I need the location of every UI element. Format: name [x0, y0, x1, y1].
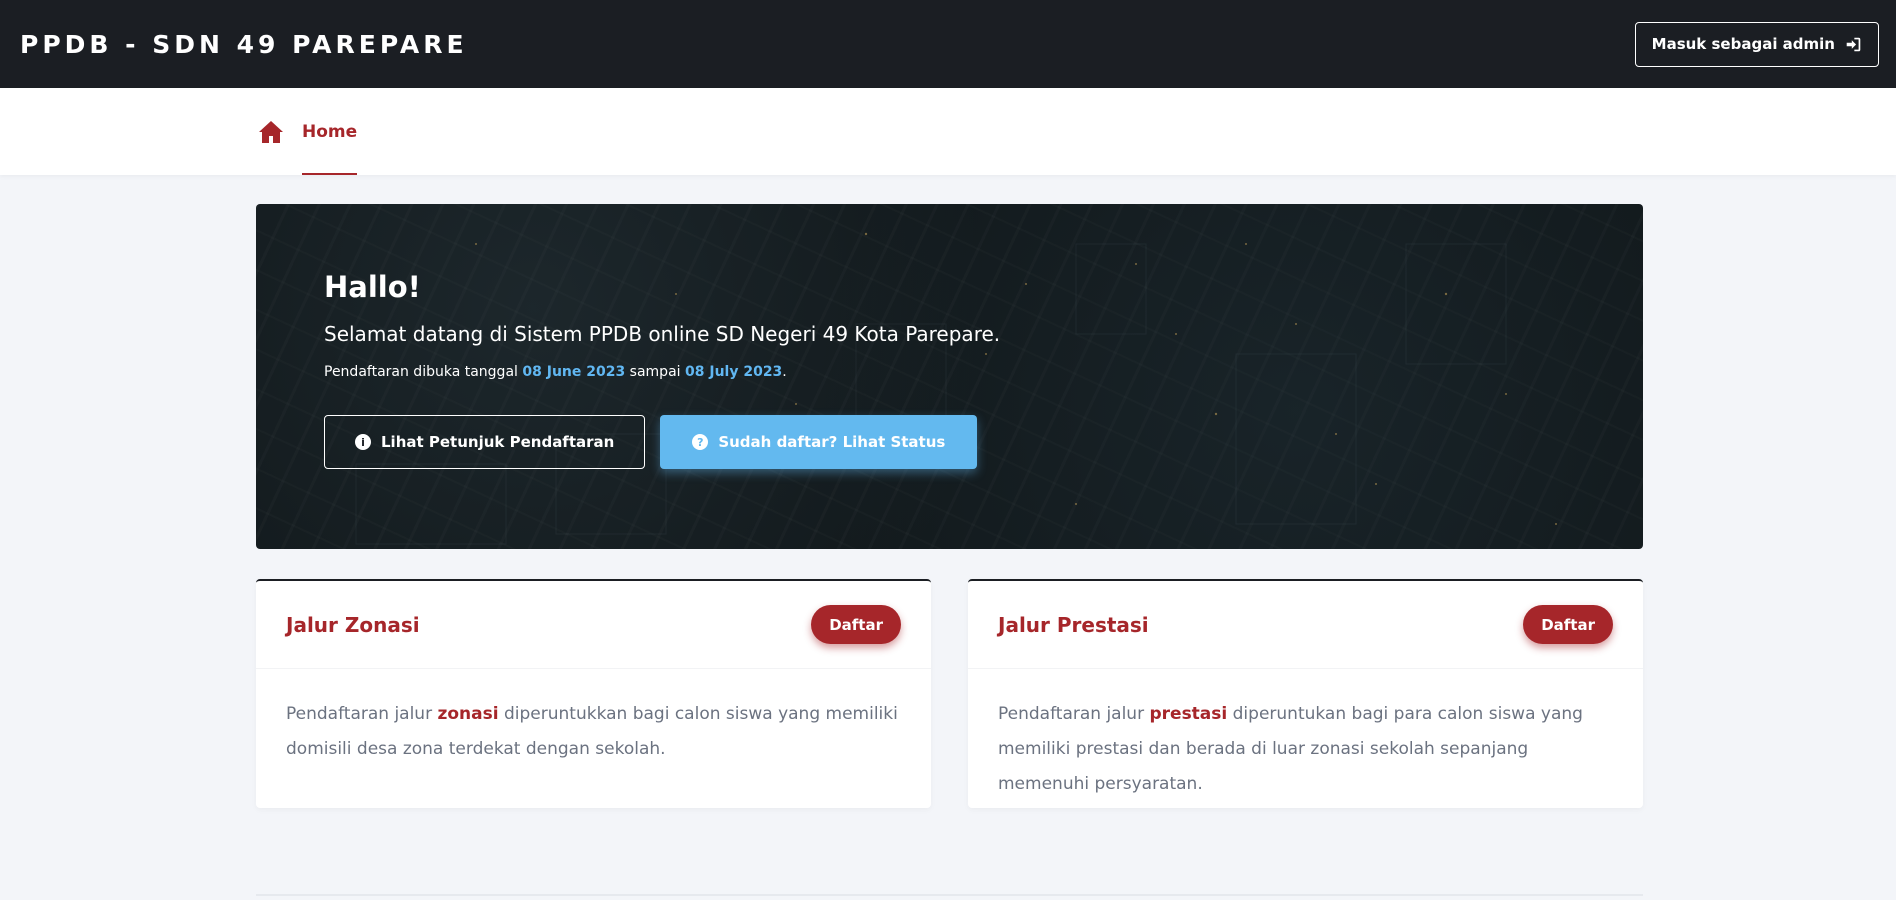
card-description: Pendaftaran jalur zonasi diperuntukkan b…	[256, 669, 931, 795]
card-jalur-prestasi: Jalur Prestasi Daftar Pendaftaran jalur …	[968, 579, 1643, 808]
card-text-before: Pendaftaran jalur	[998, 704, 1145, 724]
registration-period: Pendaftaran dibuka tanggal 08 June 2023 …	[324, 364, 1000, 380]
nav-home-label: Home	[302, 88, 358, 175]
status-button-label: Sudah daftar? Lihat Status	[718, 433, 946, 451]
status-button[interactable]: ? Sudah daftar? Lihat Status	[660, 415, 978, 469]
info-circle-icon: i	[355, 434, 371, 450]
card-highlight: prestasi	[1149, 704, 1228, 724]
daftar-prestasi-button[interactable]: Daftar	[1523, 605, 1613, 644]
admin-login-label: Masuk sebagai admin	[1651, 35, 1835, 53]
hero-banner: Hallo! Selamat datang di Sistem PPDB onl…	[256, 204, 1643, 549]
hero-welcome-text: Selamat datang di Sistem PPDB online SD …	[324, 322, 1001, 346]
date-suffix: .	[782, 364, 787, 380]
home-icon	[259, 120, 283, 143]
admin-login-button[interactable]: Masuk sebagai admin	[1634, 21, 1879, 67]
footer-divider	[256, 894, 1643, 896]
card-description: Pendaftaran jalur prestasi diperuntukan …	[968, 669, 1643, 830]
main-nav: Home	[0, 88, 1896, 175]
brand-title: PPDB - SDN 49 PAREPARE	[20, 29, 468, 59]
top-header: PPDB - SDN 49 PAREPARE Masuk sebagai adm…	[0, 0, 1896, 88]
card-title: Jalur Zonasi	[286, 612, 420, 637]
hero-buttons: i Lihat Petunjuk Pendaftaran ? Sudah daf…	[324, 415, 1000, 469]
nav-item-home[interactable]: Home	[258, 88, 358, 175]
card-text-before: Pendaftaran jalur	[286, 704, 433, 724]
question-circle-icon: ?	[692, 434, 709, 450]
card-highlight: zonasi	[437, 704, 499, 724]
guide-button-label: Lihat Petunjuk Pendaftaran	[381, 433, 615, 451]
hero-content: Hallo! Selamat datang di Sistem PPDB onl…	[324, 270, 1000, 469]
date-prefix: Pendaftaran dibuka tanggal	[324, 364, 518, 380]
date-start: 08 June 2023	[522, 364, 626, 380]
daftar-zonasi-button[interactable]: Daftar	[811, 605, 901, 644]
card-title: Jalur Prestasi	[998, 612, 1149, 637]
card-header: Jalur Zonasi Daftar	[256, 581, 931, 669]
date-end: 08 July 2023	[685, 364, 783, 380]
card-jalur-zonasi: Jalur Zonasi Daftar Pendaftaran jalur zo…	[256, 579, 931, 808]
hero-title: Hallo!	[324, 270, 421, 304]
sign-in-icon	[1846, 37, 1861, 51]
guide-button[interactable]: i Lihat Petunjuk Pendaftaran	[324, 415, 646, 469]
date-mid: sampai	[629, 364, 681, 380]
card-header: Jalur Prestasi Daftar	[968, 581, 1643, 669]
